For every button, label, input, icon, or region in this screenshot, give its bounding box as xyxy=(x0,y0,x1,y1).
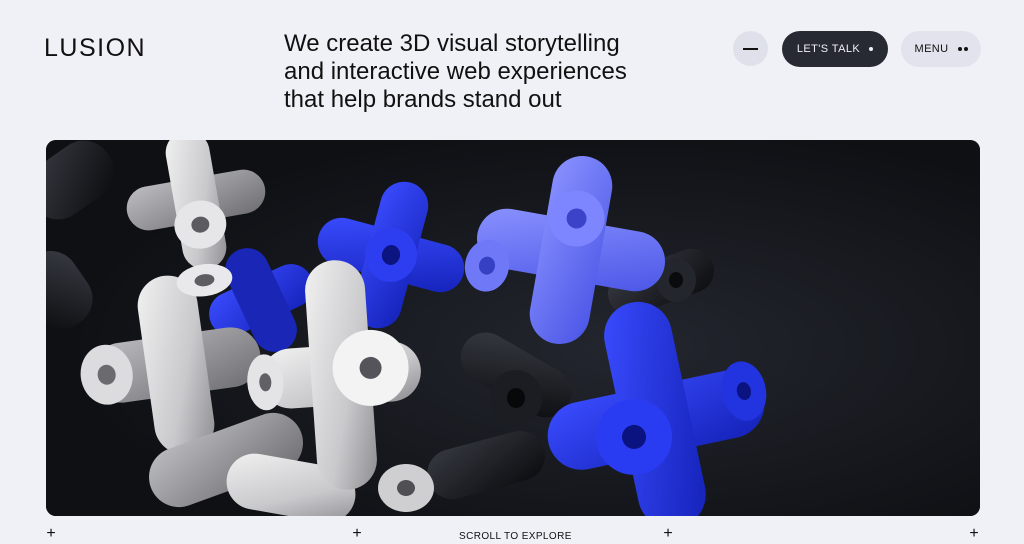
lets-talk-label: LET'S TALK xyxy=(796,43,861,55)
sound-toggle-button[interactable] xyxy=(733,31,768,66)
plus-icon: + xyxy=(969,525,979,542)
logo[interactable]: LUSION xyxy=(44,34,146,63)
tagline-line-3: that help brands stand out xyxy=(284,86,562,113)
plus-icon: + xyxy=(352,525,362,542)
scroll-to-explore[interactable]: SCROLL TO EXPLORE xyxy=(459,531,572,542)
tagline-line-2: and interactive web experiences xyxy=(284,58,627,85)
tagline-line-1: We create 3D visual storytelling xyxy=(284,30,620,57)
hero-3d-visual[interactable] xyxy=(46,140,980,516)
page: LUSION We create 3D visual storytelling … xyxy=(0,0,1024,544)
hero-3d-illustration xyxy=(46,140,980,516)
menu-button[interactable]: MENU xyxy=(901,31,981,67)
plus-icon: + xyxy=(663,525,673,542)
two-dots-icon xyxy=(957,47,968,51)
hero-tagline: We create 3D visual storytelling and int… xyxy=(284,30,704,114)
dot-icon xyxy=(869,47,874,51)
plus-icon: + xyxy=(46,525,56,542)
minus-icon xyxy=(743,47,758,50)
menu-label: MENU xyxy=(914,43,949,55)
lets-talk-button[interactable]: LET'S TALK xyxy=(782,31,888,67)
